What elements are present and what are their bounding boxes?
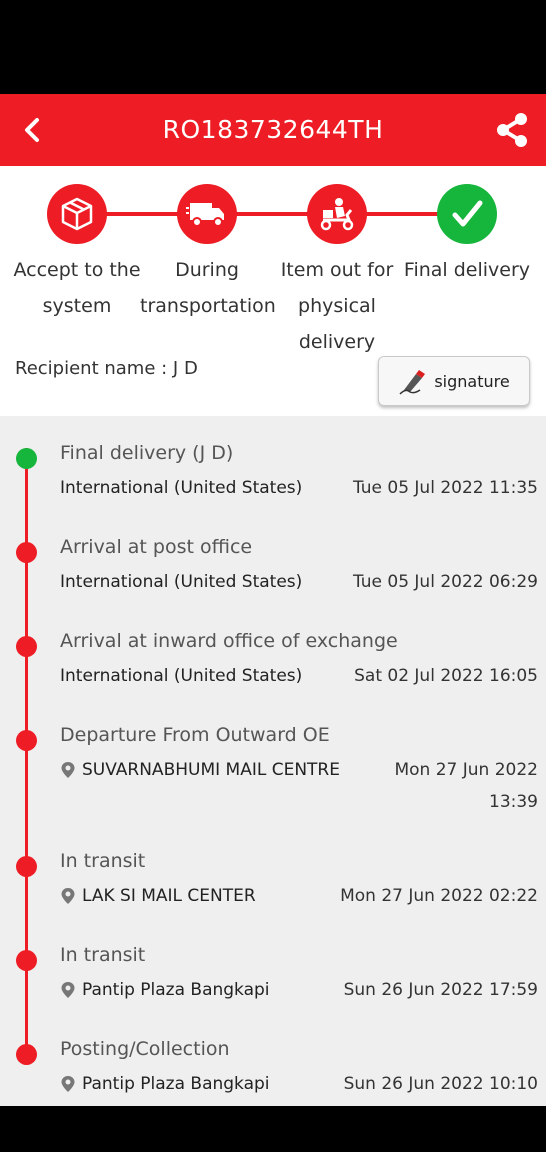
step-label: During transportation — [140, 259, 276, 317]
app-header: RO183732644TH — [0, 94, 546, 166]
location-pin-icon — [61, 888, 75, 904]
event-status: Arrival at post office — [60, 536, 253, 558]
step-circle — [307, 184, 367, 244]
location-pin-icon — [61, 1076, 75, 1092]
timeline-dot — [16, 636, 37, 657]
event-datetime: Tue 05 Jul 2022 11:35 — [352, 478, 538, 498]
location-pin-icon — [61, 982, 75, 998]
step-transport: During transportation — [140, 166, 276, 324]
event-datetime: Mon 27 Jun 2022 02:22 — [340, 886, 538, 906]
event-status: Arrival at inward office of exchange — [60, 630, 398, 652]
location-pin-icon — [61, 762, 75, 778]
event-location: Pantip Plaza Bangkapi — [60, 980, 270, 1000]
timeline-dot — [16, 448, 37, 469]
event-datetime: Sun 26 Jun 2022 10:10 — [343, 1074, 538, 1094]
event-status: In transit — [60, 850, 146, 872]
signature-label: signature — [434, 371, 510, 391]
checkmark-icon — [452, 200, 483, 227]
event-status: Departure From Outward OE — [60, 724, 330, 746]
timeline-dot — [16, 950, 37, 971]
scooter-icon — [320, 198, 354, 231]
status-bar — [0, 0, 546, 94]
step-label: Final delivery — [403, 259, 531, 281]
progress-steps: Accept to the system During transportati… — [0, 166, 546, 416]
event-location: International (United States) — [60, 666, 303, 686]
recipient-name: Recipient name : J D — [15, 358, 198, 379]
share-button[interactable] — [490, 108, 534, 152]
tracking-timeline: Final delivery (J D) International (Unit… — [0, 416, 546, 1106]
timeline-dot — [16, 730, 37, 751]
truck-icon — [186, 203, 224, 227]
timeline-dot — [16, 1044, 37, 1065]
signature-button[interactable]: signature — [378, 356, 530, 406]
package-icon — [61, 197, 93, 231]
share-icon — [497, 113, 527, 147]
event-location: LAK SI MAIL CENTER — [60, 886, 256, 906]
timeline-dot — [16, 856, 37, 877]
event-status: In transit — [60, 944, 146, 966]
event-datetime: Mon 27 Jun 2022 13:39 — [394, 760, 538, 812]
timeline-dot — [16, 542, 37, 563]
event-location: International (United States) — [60, 478, 303, 498]
event-location: International (United States) — [60, 572, 303, 592]
step-circle — [177, 184, 237, 244]
event-datetime: Tue 05 Jul 2022 06:29 — [352, 572, 538, 592]
event-location: Pantip Plaza Bangkapi — [60, 1074, 270, 1094]
step-label: Accept to the system — [13, 259, 141, 317]
tracking-number-title: RO183732644TH — [162, 115, 384, 144]
event-location: SUVARNABHUMI MAIL CENTRE — [60, 760, 340, 780]
step-out-for-delivery: Item out for physical delivery — [270, 166, 404, 360]
step-accept: Accept to the system — [10, 166, 144, 324]
pen-icon — [399, 370, 426, 395]
event-datetime: Sat 02 Jul 2022 16:05 — [354, 666, 538, 686]
event-datetime: Sun 26 Jun 2022 17:59 — [343, 980, 538, 1000]
event-status: Final delivery (J D) — [60, 442, 234, 464]
step-label: Item out for physical delivery — [280, 259, 394, 353]
navigation-bar — [0, 1106, 546, 1152]
step-final-delivery: Final delivery — [400, 166, 534, 288]
event-status: Posting/Collection — [60, 1038, 230, 1060]
step-circle — [437, 184, 497, 244]
step-circle — [47, 184, 107, 244]
